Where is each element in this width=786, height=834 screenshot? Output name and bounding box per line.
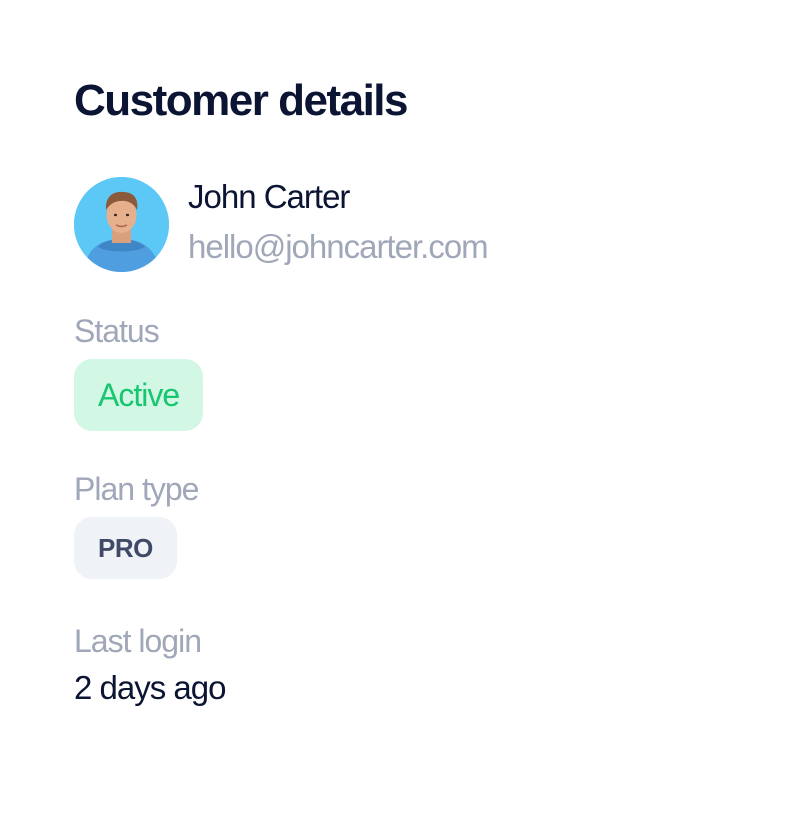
customer-email[interactable]: hello@johncarter.com xyxy=(188,226,489,268)
page-title: Customer details xyxy=(74,76,408,125)
plan-type-label: Plan type xyxy=(74,471,199,507)
plan-type-badge: PRO xyxy=(74,517,177,579)
status-label: Status xyxy=(74,313,160,349)
customer-details-card: Customer details John Carter hello@johnc… xyxy=(74,72,714,709)
avatar xyxy=(74,177,169,272)
customer-info: John Carter hello@johncarter.com xyxy=(74,177,714,272)
status-badge: Active xyxy=(74,359,204,431)
last-login-value: 2 days ago xyxy=(74,669,226,706)
last-login-label: Last login xyxy=(74,623,202,659)
customer-identity: John Carter hello@johncarter.com xyxy=(188,178,489,268)
user-avatar-icon xyxy=(74,177,169,272)
customer-name: John Carter xyxy=(188,177,350,215)
